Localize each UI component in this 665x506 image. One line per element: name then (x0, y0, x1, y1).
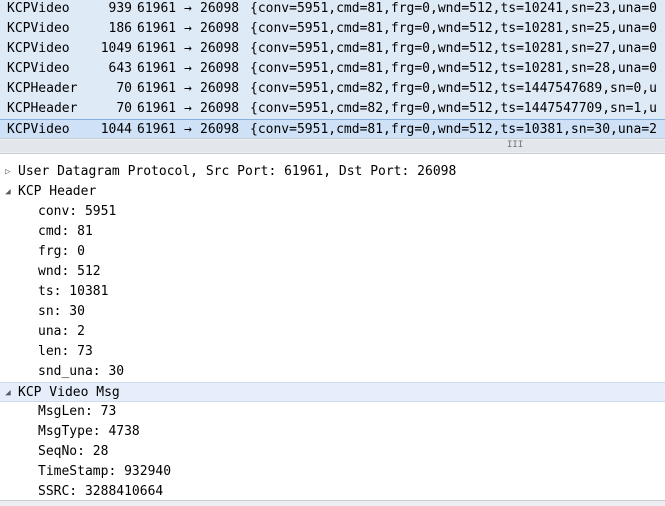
packet-src-port: 61961 (137, 41, 177, 56)
packet-length: 643 (108, 61, 132, 76)
tree-field-label: snd_una: 30 (38, 364, 125, 379)
tree-field[interactable]: wnd: 512 (0, 262, 665, 282)
packet-info: {conv=5951,cmd=81,frg=0,wnd=512,ts=10281… (250, 41, 657, 56)
packet-row[interactable]: KCPVideo 939 61961 → 26098 {conv=5951,cmd=81,… (0, 0, 665, 19)
tree-field[interactable]: SeqNo: 28 (0, 442, 665, 462)
packet-row[interactable]: KCPHeader 70 61961 → 26098 {conv=5951,cmd=82,… (0, 79, 665, 99)
packet-info: {conv=5951,cmd=81,frg=0,wnd=512,ts=10281… (250, 21, 657, 36)
packet-protocol: KCPVideo (7, 1, 70, 16)
packet-protocol: KCPVideo (7, 21, 70, 36)
tree-field-label: conv: 5951 (38, 204, 117, 219)
direction-arrow-icon: → (184, 81, 192, 96)
tree-field[interactable]: frg: 0 (0, 242, 665, 262)
packet-length: 939 (108, 1, 132, 16)
packet-details-tree[interactable]: ▷ User Datagram Protocol, Src Port: 6196… (0, 161, 665, 500)
packet-row[interactable]: KCPHeader 70 61961 → 26098 {conv=5951,cmd=82,… (0, 99, 665, 119)
tree-field-label: SSRC: 3288410664 (38, 484, 164, 499)
tree-field[interactable]: conv: 5951 (0, 202, 665, 222)
packet-src-port: 61961 (137, 122, 177, 137)
packet-src-port: 61961 (137, 81, 177, 96)
direction-arrow-icon: → (184, 21, 192, 36)
tree-field-label: wnd: 512 (38, 264, 101, 279)
scrollbar-thumb[interactable] (0, 140, 665, 152)
packet-row[interactable]: KCPVideo 643 61961 → 26098 {conv=5951,cmd=81,… (0, 59, 665, 79)
tree-node-kcp-video-msg[interactable]: ◢ KCP Video Msg (0, 382, 665, 402)
tree-field[interactable]: ts: 10381 (0, 282, 665, 302)
tree-node-kcp-header[interactable]: ◢ KCP Header (0, 182, 665, 202)
tree-node-label: User Datagram Protocol, Src Port: 61961,… (18, 164, 457, 179)
tree-node-label: KCP Video Msg (18, 385, 120, 400)
collapse-arrow-icon[interactable]: ◢ (2, 383, 14, 401)
tree-field-label: frg: 0 (38, 244, 85, 259)
tree-field[interactable]: una: 2 (0, 322, 665, 342)
packet-row[interactable]: KCPVideo 1044 61961 → 26098 {conv=5951,cmd=81… (0, 119, 665, 138)
tree-node-label: KCP Header (18, 184, 97, 199)
packet-dst-port: 26098 (200, 41, 240, 56)
tree-field-label: cmd: 81 (38, 224, 93, 239)
collapse-arrow-icon[interactable]: ◢ (2, 182, 14, 202)
packet-protocol: KCPHeader (7, 81, 78, 96)
horizontal-scrollbar[interactable]: III (0, 138, 665, 154)
packet-dst-port: 26098 (200, 122, 240, 137)
packet-src-port: 61961 (137, 21, 177, 36)
packet-length: 70 (116, 81, 132, 96)
packet-row[interactable]: KCPVideo 1049 61961 → 26098 {conv=5951,cmd=81… (0, 39, 665, 59)
packet-row[interactable]: KCPVideo 186 61961 → 26098 {conv=5951,cmd=81,… (0, 19, 665, 39)
tree-field[interactable]: snd_una: 30 (0, 362, 665, 382)
packet-src-port: 61961 (137, 1, 177, 16)
tree-field-label: ts: 10381 (38, 284, 109, 299)
packet-dst-port: 26098 (200, 21, 240, 36)
scrollbar-grip-icon: III (507, 140, 524, 150)
tree-field[interactable]: SSRC: 3288410664 (0, 482, 665, 500)
tree-field-label: MsgLen: 73 (38, 404, 117, 419)
packet-length: 70 (116, 101, 132, 116)
packet-dst-port: 26098 (200, 81, 240, 96)
tree-field-label: TimeStamp: 932940 (38, 464, 172, 479)
packet-info: {conv=5951,cmd=81,frg=0,wnd=512,ts=10381… (250, 122, 657, 137)
tree-field[interactable]: sn: 30 (0, 302, 665, 322)
direction-arrow-icon: → (184, 1, 192, 16)
tree-node-udp[interactable]: ▷ User Datagram Protocol, Src Port: 6196… (0, 162, 665, 182)
tree-field-label: sn: 30 (38, 304, 85, 319)
packet-length: 1044 (100, 122, 132, 137)
tree-field-label: MsgType: 4738 (38, 424, 140, 439)
packet-protocol: KCPVideo (7, 41, 70, 56)
packet-protocol: KCPVideo (7, 61, 70, 76)
packet-protocol: KCPHeader (7, 101, 78, 116)
packet-protocol: KCPVideo (7, 122, 70, 137)
packet-info: {conv=5951,cmd=81,frg=0,wnd=512,ts=10281… (250, 61, 657, 76)
tree-field[interactable]: TimeStamp: 932940 (0, 462, 665, 482)
packet-info: {conv=5951,cmd=82,frg=0,wnd=512,ts=14475… (250, 81, 657, 96)
packet-dst-port: 26098 (200, 101, 240, 116)
tree-field-label: SeqNo: 28 (38, 444, 109, 459)
tree-field[interactable]: MsgType: 4738 (0, 422, 665, 442)
direction-arrow-icon: → (184, 61, 192, 76)
packet-src-port: 61961 (137, 61, 177, 76)
expand-arrow-icon[interactable]: ▷ (2, 162, 14, 182)
packet-length: 1049 (100, 41, 132, 56)
bottom-scrollbar[interactable] (0, 500, 665, 506)
tree-field-label: len: 73 (38, 344, 93, 359)
packet-dst-port: 26098 (200, 1, 240, 16)
tree-field[interactable]: len: 73 (0, 342, 665, 362)
tree-field-label: una: 2 (38, 324, 85, 339)
wireshark-view: KCPVideo 939 61961 → 26098 {conv=5951,cmd=81,… (0, 0, 665, 506)
tree-field[interactable]: MsgLen: 73 (0, 402, 665, 422)
packet-dst-port: 26098 (200, 61, 240, 76)
direction-arrow-icon: → (184, 122, 192, 137)
packet-length: 186 (108, 21, 132, 36)
packet-info: {conv=5951,cmd=81,frg=0,wnd=512,ts=10241… (250, 1, 657, 16)
packet-src-port: 61961 (137, 101, 177, 116)
direction-arrow-icon: → (184, 101, 192, 116)
tree-field[interactable]: cmd: 81 (0, 222, 665, 242)
packet-list[interactable]: KCPVideo 939 61961 → 26098 {conv=5951,cmd=81,… (0, 0, 665, 138)
packet-info: {conv=5951,cmd=82,frg=0,wnd=512,ts=14475… (250, 101, 657, 116)
direction-arrow-icon: → (184, 41, 192, 56)
pane-splitter[interactable] (0, 154, 665, 161)
